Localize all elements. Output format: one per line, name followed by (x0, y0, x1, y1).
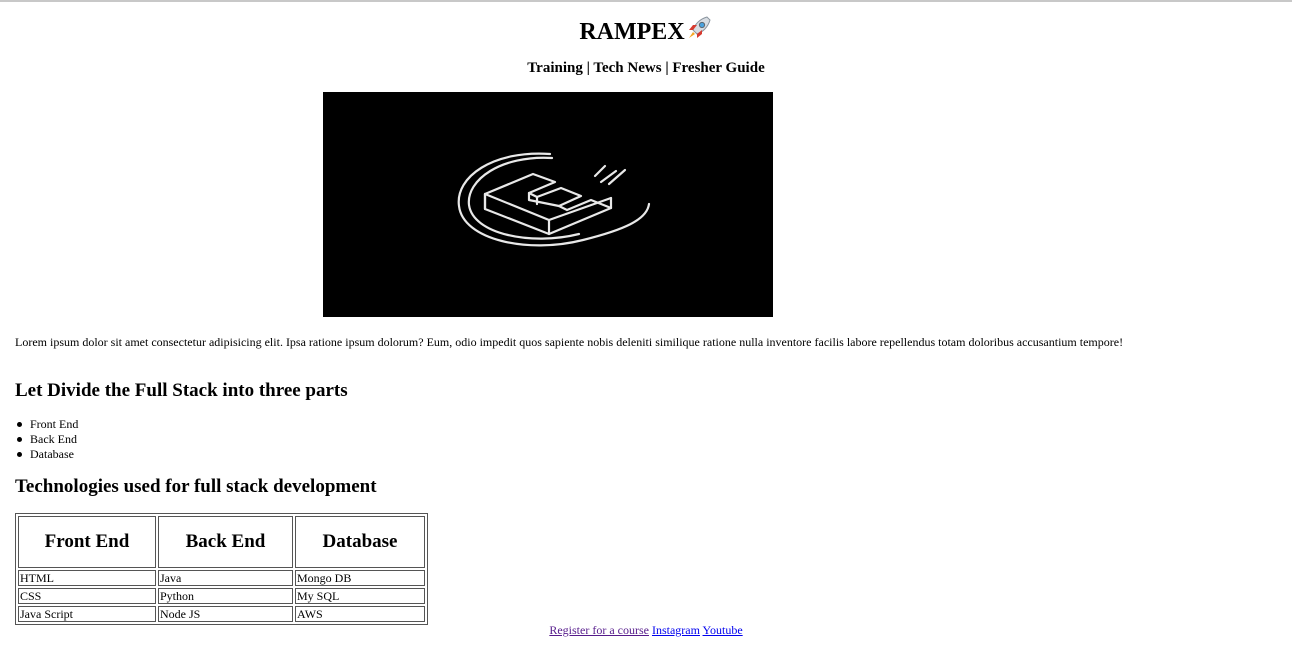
table-cell: Java Script (18, 606, 156, 622)
parts-list: Front End Back End Database (16, 417, 79, 462)
tech-heading: Technologies used for full stack develop… (15, 476, 377, 497)
column-header: Back End (158, 516, 293, 568)
parts-heading: Let Divide the Full Stack into three par… (15, 380, 348, 401)
site-title-text: RAMPEX (579, 19, 685, 45)
table-cell: Node JS (158, 606, 293, 622)
register-link[interactable]: Register for a course (549, 623, 649, 637)
hero-banner (323, 92, 773, 317)
table-cell: Mongo DB (295, 570, 425, 586)
tech-table: Front End Back End Database HTML Java Mo… (15, 513, 428, 625)
table-row: HTML Java Mongo DB (18, 570, 425, 586)
column-header: Database (295, 516, 425, 568)
list-item: Back End (16, 432, 77, 446)
site-title: RAMPEX (0, 14, 1292, 51)
list-item: Database (16, 447, 78, 462)
table-cell: Python (158, 588, 293, 604)
logo-icon (457, 152, 651, 247)
table-row: Java Script Node JS AWS (18, 606, 425, 622)
footer-links: Register for a course Instagram Youtube (0, 623, 1292, 638)
table-cell: AWS (295, 606, 425, 622)
instagram-link[interactable]: Instagram (652, 623, 700, 637)
table-cell: CSS (18, 588, 156, 604)
rocket-icon (685, 14, 713, 51)
nav-links: Training | Tech News | Fresher Guide (527, 60, 765, 76)
youtube-link[interactable]: Youtube (703, 623, 743, 637)
intro-paragraph: Lorem ipsum dolor sit amet consectetur a… (15, 335, 1124, 349)
table-header-row: Front End Back End Database (18, 516, 425, 568)
list-item: Front End (16, 417, 79, 431)
table-cell: My SQL (295, 588, 425, 604)
table-cell: Java (158, 570, 293, 586)
table-cell: HTML (18, 570, 156, 586)
column-header: Front End (18, 516, 156, 568)
top-border (0, 0, 1292, 2)
table-row: CSS Python My SQL (18, 588, 425, 604)
